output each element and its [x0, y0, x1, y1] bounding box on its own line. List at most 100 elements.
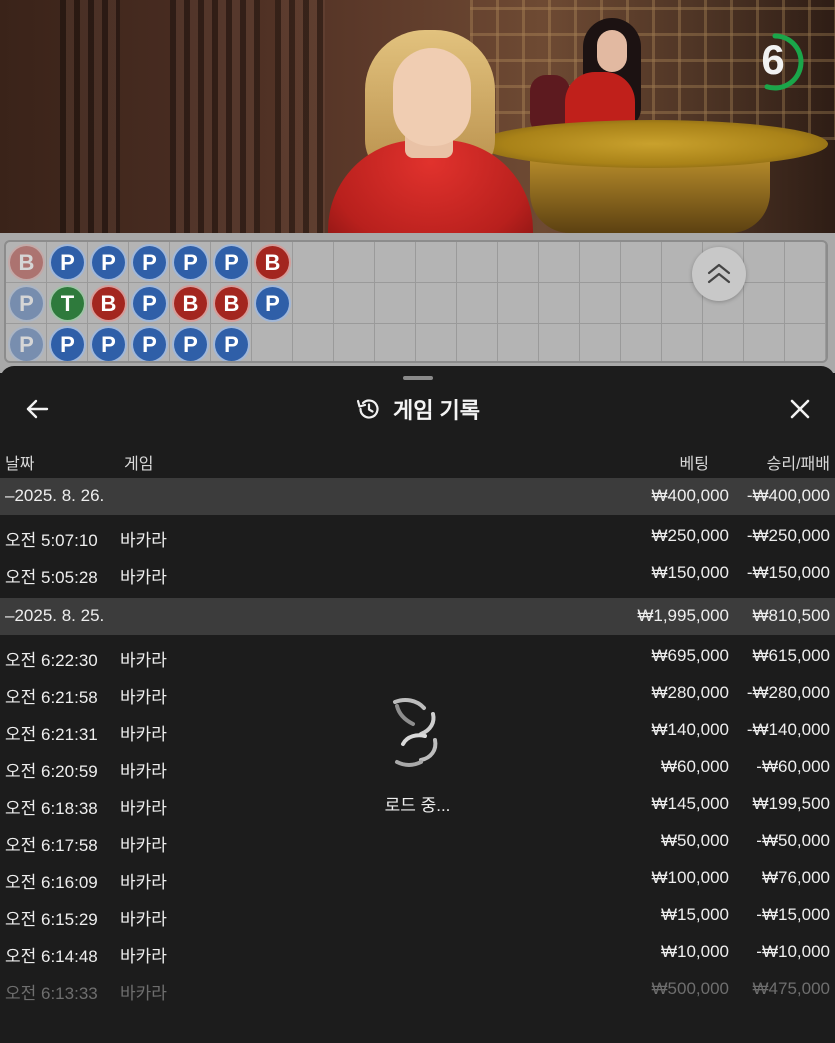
row-time: 오전 5:07:10 [5, 531, 98, 550]
row-game: 바카라 [120, 651, 167, 670]
date-group-row[interactable]: –2025. 8. 25. ₩1,995,000 ₩810,500 [0, 598, 835, 635]
row-game: 바카라 [120, 799, 167, 818]
row-bet: ₩15,000 [660, 905, 729, 924]
close-button[interactable] [785, 394, 815, 424]
column-header-date: 날짜 [5, 456, 35, 473]
row-time: 오전 6:15:29 [5, 910, 98, 929]
history-icon [356, 399, 379, 419]
row-game: 바카라 [120, 910, 167, 929]
history-row[interactable]: 오전 5:05:28 바카라 ₩150,000 -₩150,000 [0, 555, 835, 592]
road-cell: P [88, 242, 129, 283]
row-bet: ₩500,000 [651, 979, 730, 998]
countdown-number: 6 [761, 36, 785, 83]
road-cell [539, 283, 580, 324]
road-cell: P [170, 242, 211, 283]
bead-P: P [254, 285, 291, 322]
road-cell: T [47, 283, 88, 324]
row-win-loss: -₩50,000 [756, 831, 830, 850]
curtain [60, 0, 120, 233]
row-time: 오전 6:22:30 [5, 651, 98, 670]
road-cell [416, 242, 457, 283]
loading-text: 로드 중... [384, 796, 451, 815]
row-time: 오전 6:18:38 [5, 799, 98, 818]
bead-P: P [172, 326, 209, 361]
row-bet: ₩150,000 [651, 563, 730, 582]
bead-P: P [49, 326, 86, 361]
road-cell [457, 242, 498, 283]
row-bet: ₩140,000 [651, 720, 730, 739]
bead-P: P [172, 244, 209, 281]
row-time: 오전 6:13:33 [5, 984, 98, 1003]
row-win-loss: -₩15,000 [756, 905, 830, 924]
history-row[interactable]: 오전 6:15:29 바카라 ₩15,000 -₩15,000 [0, 897, 835, 934]
road-cell [416, 324, 457, 361]
road-cell [703, 324, 744, 361]
close-icon [790, 399, 810, 419]
bead-B: B [90, 285, 127, 322]
drag-handle[interactable] [403, 376, 433, 380]
row-bet: ₩60,000 [660, 757, 729, 776]
bead-B: B [172, 285, 209, 322]
curtain [170, 0, 260, 233]
column-header-game: 게임 [124, 456, 154, 473]
row-bet: ₩145,000 [651, 794, 730, 813]
live-video: 6 [0, 0, 835, 233]
road-cell: P [211, 242, 252, 283]
bead-road: BPPPPPBPTBPBBPPPPPPP [0, 233, 835, 373]
row-win-loss: -₩150,000 [746, 563, 830, 582]
row-game: 바카라 [120, 836, 167, 855]
row-win-loss: -₩60,000 [756, 757, 830, 776]
row-win-loss: ₩475,000 [752, 979, 831, 998]
history-row[interactable]: 오전 6:16:09 바카라 ₩100,000 ₩76,000 [0, 860, 835, 897]
row-time: 오전 6:17:58 [5, 836, 98, 855]
row-game: 바카라 [120, 688, 167, 707]
road-cell: B [6, 242, 47, 283]
road-cell: P [6, 324, 47, 361]
road-cell [334, 283, 375, 324]
road-cell [539, 324, 580, 361]
row-game: 바카라 [120, 568, 167, 587]
road-cell: P [252, 283, 293, 324]
bead-P: P [131, 326, 168, 361]
row-game: 바카라 [120, 873, 167, 892]
road-cell [457, 283, 498, 324]
road-cell: P [129, 242, 170, 283]
group-bet-total: ₩1,995,000 [637, 606, 729, 625]
road-cell [744, 283, 785, 324]
history-row[interactable]: 오전 6:14:48 바카라 ₩10,000 -₩10,000 [0, 934, 835, 971]
history-row[interactable]: 오전 6:22:30 바카라 ₩695,000 ₩615,000 [0, 638, 835, 675]
road-cell [498, 242, 539, 283]
bead-T: T [49, 285, 86, 322]
expand-roadmap-button[interactable] [692, 247, 746, 301]
bead-P: P [213, 244, 250, 281]
curtain [275, 0, 325, 233]
double-chevron-up-icon [707, 263, 731, 284]
row-game: 바카라 [120, 531, 167, 550]
road-cell [375, 283, 416, 324]
table-base [530, 160, 770, 233]
history-row[interactable]: 오전 6:17:58 바카라 ₩50,000 -₩50,000 [0, 823, 835, 860]
road-cell [662, 324, 703, 361]
road-cell [293, 324, 334, 361]
row-bet: ₩10,000 [660, 942, 729, 961]
road-cell [580, 324, 621, 361]
date-group-row[interactable]: –2025. 8. 26. ₩400,000 -₩400,000 [0, 478, 835, 515]
row-time: 오전 6:16:09 [5, 873, 98, 892]
row-bet: ₩100,000 [651, 868, 730, 887]
sheet-header: 게임 기록 [0, 392, 835, 426]
road-cell: P [129, 283, 170, 324]
group-win-loss-total: -₩400,000 [746, 486, 830, 505]
road-cell [785, 324, 826, 361]
row-win-loss: -₩280,000 [746, 683, 830, 702]
countdown-timer: 6 [745, 18, 817, 100]
loading-indicator: 로드 중... [355, 696, 480, 816]
group-win-loss-total: ₩810,500 [752, 606, 831, 625]
road-cell [416, 283, 457, 324]
loading-spinner-icon [393, 698, 438, 767]
row-game: 바카라 [120, 725, 167, 744]
road-cell [375, 242, 416, 283]
road-cell [334, 324, 375, 361]
bead-P: P [8, 285, 45, 322]
history-row[interactable]: 오전 5:07:10 바카라 ₩250,000 -₩250,000 [0, 518, 835, 555]
history-row[interactable]: 오전 6:13:33 바카라 ₩500,000 ₩475,000 [0, 971, 835, 1008]
